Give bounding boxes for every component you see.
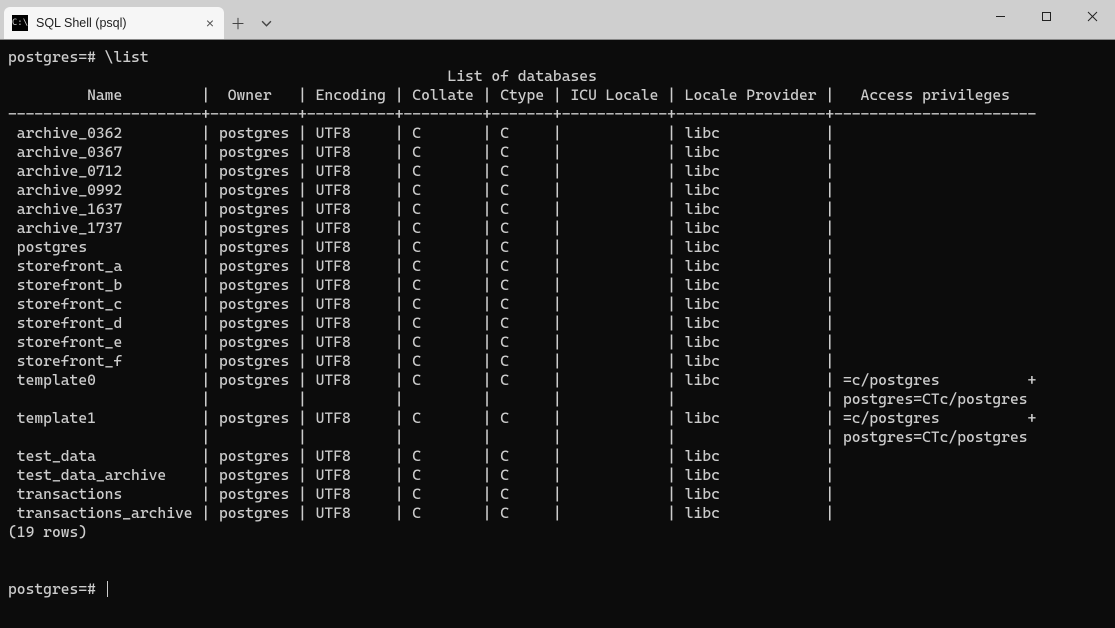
- window-controls: [977, 0, 1115, 32]
- close-tab-icon[interactable]: ×: [206, 16, 214, 30]
- app-window: C:\ SQL Shell (psql) × ＋ postgres=# \lis…: [0, 0, 1115, 628]
- new-tab-button[interactable]: ＋: [224, 9, 252, 37]
- maximize-icon: [1041, 11, 1052, 22]
- tab-dropdown-button[interactable]: [252, 9, 280, 37]
- terminal-cursor: [107, 581, 108, 597]
- close-icon: [1087, 11, 1098, 22]
- minimize-button[interactable]: [977, 0, 1023, 32]
- chevron-down-icon: [261, 18, 272, 29]
- titlebar: C:\ SQL Shell (psql) × ＋: [0, 0, 1115, 40]
- terminal-output[interactable]: postgres=# \list List of databases Name …: [0, 40, 1115, 628]
- tab-sql-shell[interactable]: C:\ SQL Shell (psql) ×: [4, 7, 224, 39]
- minimize-icon: [995, 11, 1006, 22]
- tab-strip: C:\ SQL Shell (psql) × ＋: [0, 0, 280, 39]
- close-window-button[interactable]: [1069, 0, 1115, 32]
- terminal-icon: C:\: [12, 15, 28, 31]
- maximize-button[interactable]: [1023, 0, 1069, 32]
- tab-title: SQL Shell (psql): [36, 16, 127, 30]
